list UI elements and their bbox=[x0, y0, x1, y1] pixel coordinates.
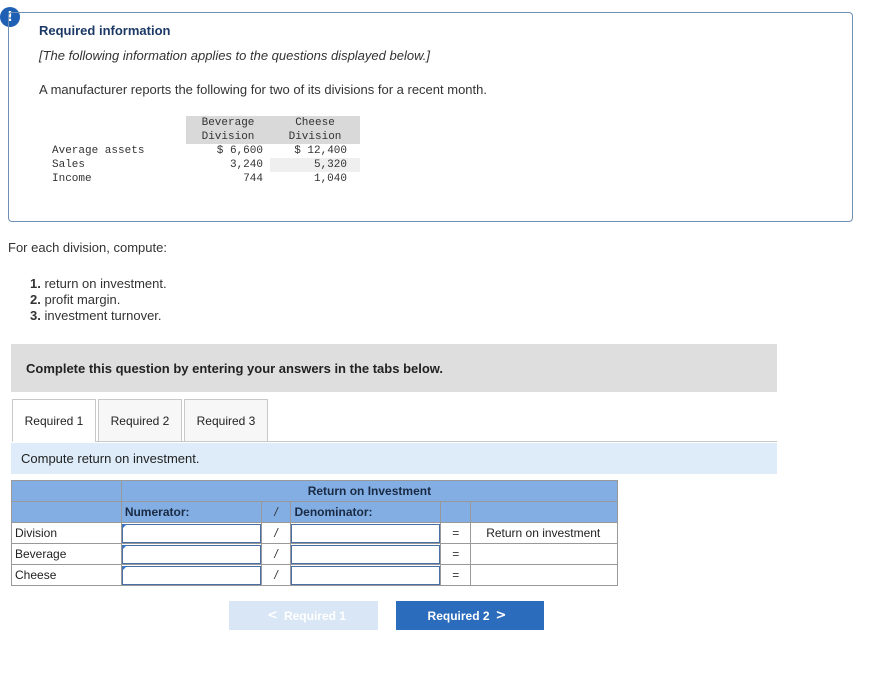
required-information-title: Required information bbox=[39, 23, 171, 38]
division-data-table: Beverage Cheese Division Division Averag… bbox=[46, 116, 360, 186]
cheese-numerator-input[interactable] bbox=[121, 565, 261, 585]
roi-table-title: Return on Investment bbox=[120, 480, 619, 502]
task-number: 3. bbox=[30, 308, 41, 323]
tab-prompt: Compute return on investment. bbox=[11, 443, 777, 474]
task-text: investment turnover. bbox=[44, 308, 162, 323]
task-text: profit margin. bbox=[44, 292, 121, 307]
tab-divider bbox=[95, 441, 777, 442]
roi-answer-table: Return on Investment Numerator: / Denomi… bbox=[11, 480, 619, 586]
task-number: 2. bbox=[30, 292, 41, 307]
next-required-button[interactable]: Required 2 > bbox=[396, 601, 544, 630]
beverage-header: Beverage bbox=[186, 116, 270, 130]
required-information-description: A manufacturer reports the following for… bbox=[39, 82, 487, 97]
required-information-subtitle: [The following information applies to th… bbox=[39, 48, 430, 63]
cheese-header-division: Division bbox=[270, 130, 360, 144]
equals-symbol: = bbox=[440, 543, 472, 565]
tab-required-3[interactable]: Required 3 bbox=[184, 399, 268, 442]
data-table-header-row-1: Beverage Cheese bbox=[46, 116, 360, 130]
division-denominator-input[interactable] bbox=[291, 523, 441, 543]
chevron-left-icon: < bbox=[267, 608, 278, 623]
cheese-header: Cheese bbox=[270, 116, 360, 130]
chevron-right-icon: > bbox=[495, 608, 507, 623]
result-label: Return on investment bbox=[470, 522, 618, 544]
beverage-value: 744 bbox=[243, 173, 263, 185]
tab-required-2[interactable]: Required 2 bbox=[98, 399, 182, 442]
previous-required-button[interactable]: < Required 1 bbox=[229, 601, 378, 630]
previous-button-label: Required 1 bbox=[283, 608, 346, 623]
list-item: 2. profit margin. bbox=[30, 292, 167, 308]
tab-required-1[interactable]: Required 1 bbox=[12, 399, 96, 442]
divide-symbol: / bbox=[260, 501, 292, 523]
beverage-row-label: Beverage bbox=[11, 543, 122, 565]
beverage-denominator-input[interactable] bbox=[291, 544, 441, 564]
table-row: Beverage / = bbox=[11, 543, 618, 565]
table-row: Cheese / = bbox=[11, 564, 618, 586]
cheese-roi-result bbox=[470, 564, 618, 586]
row-label: Average assets bbox=[52, 145, 145, 157]
cheese-value: 5,320 bbox=[270, 158, 360, 172]
list-item: 1. return on investment. bbox=[30, 276, 167, 292]
beverage-roi-result bbox=[470, 543, 618, 565]
numerator-label: Numerator: bbox=[120, 501, 262, 523]
tab-bar: Required 1 Required 2 Required 3 bbox=[12, 399, 270, 442]
cheese-value: $ 12,400 bbox=[294, 145, 347, 157]
cheese-value: 1,040 bbox=[313, 173, 347, 185]
table-row: Sales 3,240 5,320 bbox=[46, 158, 360, 172]
denominator-label: Denominator: bbox=[290, 501, 442, 523]
data-table-header-row-2: Division Division bbox=[46, 130, 360, 144]
next-button-label: Required 2 bbox=[427, 608, 490, 623]
table-row: Income 744 1,040 bbox=[46, 172, 360, 186]
divide-symbol: / bbox=[260, 543, 292, 565]
beverage-value: 3,240 bbox=[229, 159, 263, 171]
beverage-numerator-input[interactable] bbox=[121, 544, 261, 564]
row-label: Sales bbox=[52, 159, 86, 171]
input-marker-icon bbox=[122, 566, 127, 570]
cheese-row-label: Cheese bbox=[11, 564, 122, 586]
complete-question-banner: Complete this question by entering your … bbox=[11, 344, 777, 392]
table-row: Division / = Return on investment bbox=[11, 522, 618, 544]
division-numerator-input[interactable] bbox=[121, 523, 261, 543]
input-marker-icon bbox=[122, 524, 127, 528]
division-header-label: Division bbox=[11, 522, 122, 544]
beverage-header-division: Division bbox=[186, 130, 270, 144]
equals-symbol: = bbox=[440, 522, 472, 544]
divide-symbol: / bbox=[260, 564, 292, 586]
task-number: 1. bbox=[30, 276, 41, 291]
table-row: Average assets $ 6,600 $ 12,400 bbox=[46, 144, 360, 158]
instructions-intro: For each division, compute: bbox=[8, 240, 167, 255]
input-marker-icon bbox=[122, 545, 127, 549]
row-label: Income bbox=[52, 173, 92, 185]
equals-symbol: = bbox=[440, 564, 472, 586]
task-text: return on investment. bbox=[44, 276, 167, 291]
list-item: 3. investment turnover. bbox=[30, 308, 167, 324]
cheese-denominator-input[interactable] bbox=[291, 565, 441, 585]
divide-symbol: / bbox=[260, 522, 292, 544]
task-list: 1. return on investment. 2. profit margi… bbox=[30, 276, 167, 324]
beverage-value: $ 6,600 bbox=[216, 145, 263, 157]
